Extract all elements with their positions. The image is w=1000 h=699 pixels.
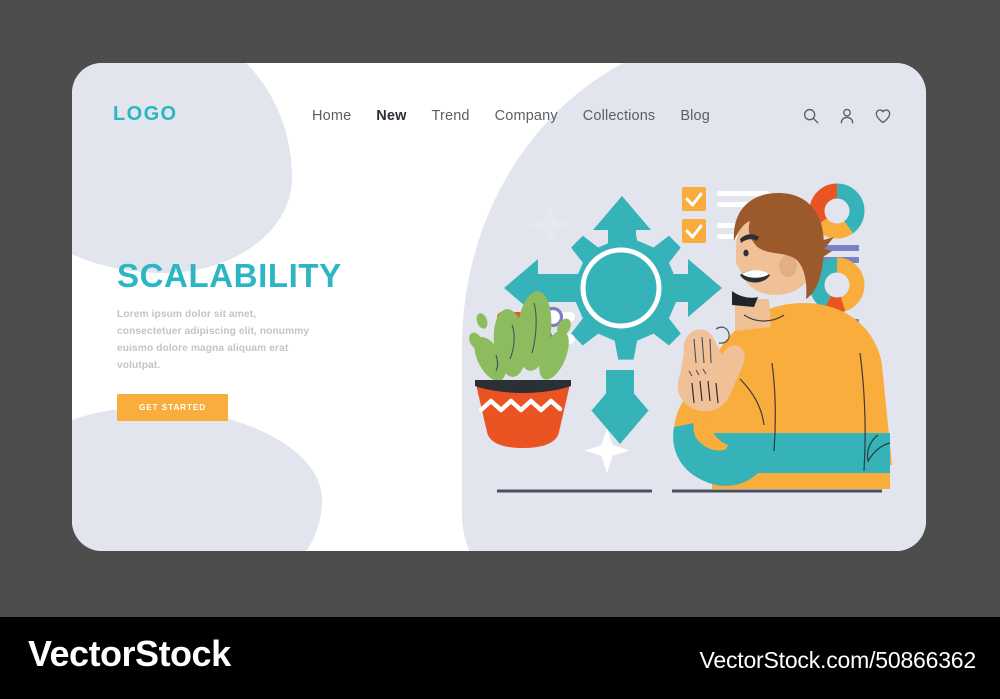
nav-item-home[interactable]: Home xyxy=(312,108,351,124)
plant-leaves xyxy=(469,291,571,381)
gear-icon xyxy=(556,221,695,360)
hero-section: SCALABILITY Lorem ipsum dolor sit amet, … xyxy=(117,257,417,421)
search-icon[interactable] xyxy=(802,107,820,125)
header-icon-group xyxy=(802,107,892,125)
screenshot-root: LOGO Home New Trend Company Collections … xyxy=(0,0,1000,699)
donut-chart-bottom xyxy=(809,257,865,313)
nav-item-new[interactable]: New xyxy=(376,108,406,124)
character-ear xyxy=(779,255,798,277)
character-chin xyxy=(732,291,758,307)
main-navigation: Home New Trend Company Collections Blog xyxy=(312,108,710,124)
page-title: SCALABILITY xyxy=(117,257,342,294)
hero-description: Lorem ipsum dolor sit amet, consectetuer… xyxy=(117,309,310,371)
watermark-brand: VectorStock xyxy=(28,633,231,674)
watermark-url: VectorStock.com/50866362 xyxy=(699,647,977,673)
donut-chart-top xyxy=(809,183,865,239)
landing-page-card: LOGO Home New Trend Company Collections … xyxy=(72,63,926,551)
site-header: LOGO Home New Trend Company Collections … xyxy=(72,63,926,173)
arrow-down-icon xyxy=(591,370,649,444)
user-icon[interactable] xyxy=(838,107,856,125)
logo[interactable]: LOGO xyxy=(113,103,178,126)
nav-item-collections[interactable]: Collections xyxy=(583,108,656,124)
nav-item-blog[interactable]: Blog xyxy=(680,108,710,124)
nav-item-trend[interactable]: Trend xyxy=(432,108,470,124)
sparkle-icon-left xyxy=(529,204,571,246)
heart-icon[interactable] xyxy=(874,107,892,125)
nav-item-company[interactable]: Company xyxy=(495,108,558,124)
get-started-button[interactable]: GET STARTED xyxy=(117,393,229,421)
character-thumb-outline xyxy=(715,326,730,344)
character-eye xyxy=(743,249,749,257)
watermark-bar: VectorStock VectorStock.com/50866362 xyxy=(0,617,1000,699)
